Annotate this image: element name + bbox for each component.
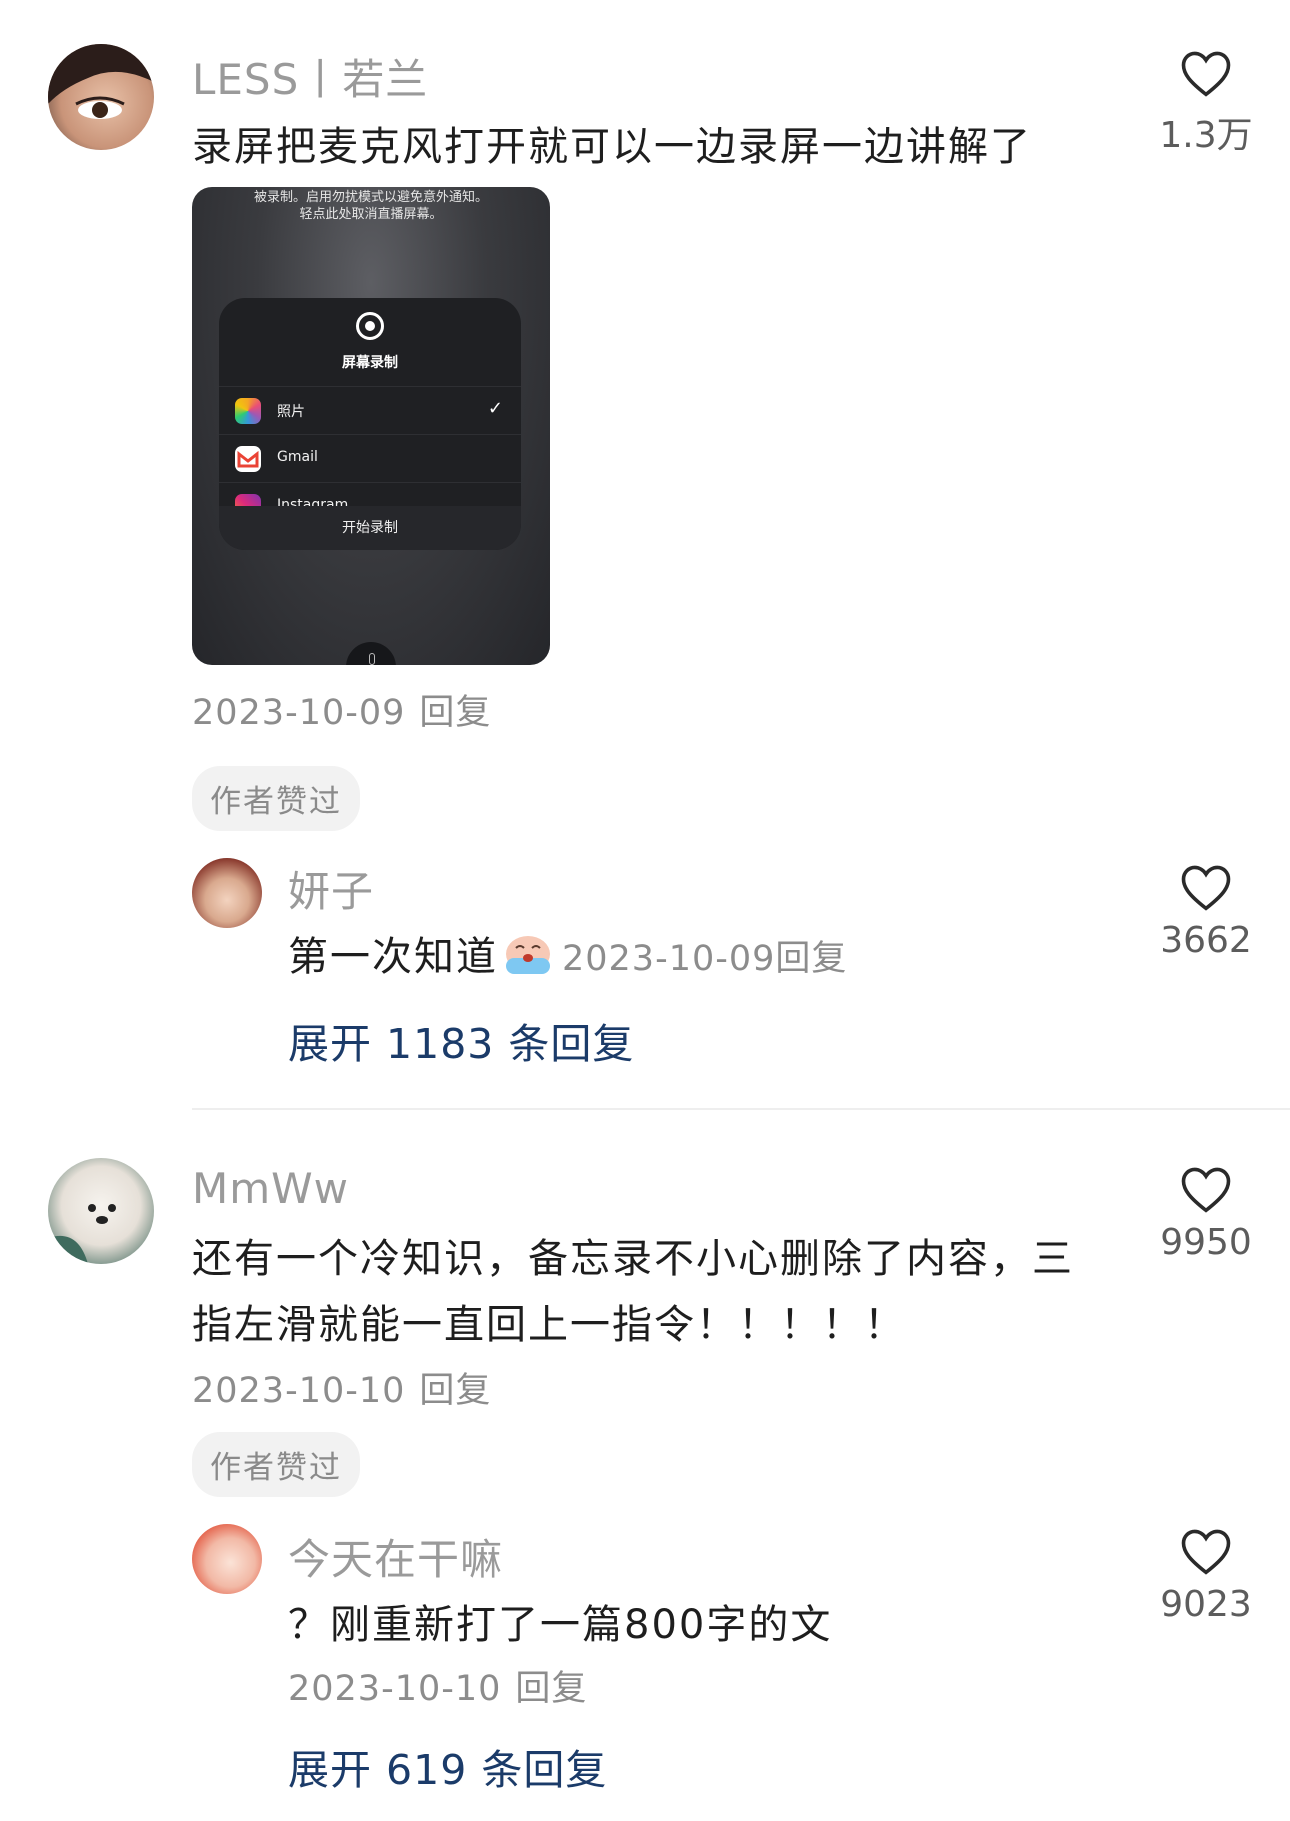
reply-meta: 2023-10-10 回复 bbox=[288, 1660, 587, 1711]
reply-date: 2023-10-09 bbox=[562, 939, 776, 979]
author-liked-badge: 作者赞过 bbox=[192, 766, 360, 831]
record-icon bbox=[356, 312, 384, 340]
screenshot-notice: 被录制。启用勿扰模式以避免意外通知。 轻点此处取消直播屏幕。 bbox=[253, 190, 488, 222]
comment-date: 2023-10-10 bbox=[192, 1371, 406, 1411]
avatar-mmww[interactable] bbox=[48, 1158, 154, 1264]
heart-icon bbox=[1181, 51, 1231, 97]
comment-text: 录屏把麦克风打开就可以一边录屏一边讲解了 bbox=[192, 124, 1032, 170]
like-button[interactable]: 1.3万 bbox=[1136, 48, 1276, 158]
check-icon: ✓ bbox=[487, 398, 503, 419]
comment-image[interactable]: 被录制。启用勿扰模式以避免意外通知。 轻点此处取消直播屏幕。 屏幕录制 照片 ✓… bbox=[192, 187, 550, 665]
like-button[interactable]: 9023 bbox=[1136, 1526, 1276, 1625]
heart-icon bbox=[1181, 1167, 1231, 1213]
like-button[interactable]: 9950 bbox=[1136, 1164, 1276, 1263]
expand-replies-link[interactable]: 展开 1183 条回复 bbox=[288, 1010, 634, 1070]
comment-text-line-2: 指左滑就能一直回上一指令！！！！！ bbox=[192, 1302, 906, 1348]
reply-button[interactable]: 回复 bbox=[419, 1371, 491, 1411]
avatar-eye-art bbox=[48, 44, 154, 119]
screen-recording-panel: 屏幕录制 照片 ✓ Gmail Instagram 开始录制 bbox=[219, 298, 521, 550]
reply-text: ？刚重新打了一篇800字的文 bbox=[288, 1602, 833, 1648]
reply-button[interactable]: 回复 bbox=[419, 693, 491, 733]
crying-face-emoji-icon bbox=[502, 928, 554, 986]
comment-date: 2023-10-09 bbox=[192, 693, 406, 733]
photos-icon bbox=[235, 398, 261, 424]
like-count: 3662 bbox=[1160, 920, 1252, 961]
heart-icon bbox=[1181, 865, 1231, 911]
app-row-photos: 照片 ✓ bbox=[219, 386, 521, 434]
like-button[interactable]: 3662 bbox=[1136, 862, 1276, 961]
like-count: 9950 bbox=[1160, 1222, 1252, 1263]
reply-date: 2023-10-10 bbox=[288, 1669, 502, 1709]
author-liked-badge: 作者赞过 bbox=[192, 1432, 360, 1497]
reply-username[interactable]: 妍子 bbox=[288, 858, 374, 919]
comment-username[interactable]: LESS丨若兰 bbox=[192, 46, 428, 107]
reply-text: 第一次知道 bbox=[288, 934, 498, 980]
panel-title: 屏幕录制 bbox=[342, 355, 398, 371]
like-count: 1.3万 bbox=[1159, 115, 1253, 156]
dog-icon bbox=[48, 1204, 116, 1264]
app-row-gmail: Gmail bbox=[219, 434, 521, 482]
start-recording-button: 开始录制 bbox=[219, 506, 521, 550]
like-count: 9023 bbox=[1160, 1584, 1252, 1625]
comment-meta: 2023-10-10 回复 bbox=[192, 1362, 491, 1413]
reply-username[interactable]: 今天在干嘛 bbox=[288, 1526, 503, 1587]
avatar-jintian[interactable] bbox=[192, 1524, 262, 1594]
mic-icon bbox=[346, 642, 396, 665]
avatar-less[interactable] bbox=[48, 44, 154, 150]
comment-meta: 2023-10-09 回复 bbox=[192, 684, 491, 735]
comment-text-line-1: 还有一个冷知识，备忘录不小心删除了内容，三 bbox=[192, 1236, 1074, 1282]
gmail-icon bbox=[235, 446, 261, 472]
reply-button[interactable]: 回复 bbox=[775, 939, 847, 979]
expand-replies-link[interactable]: 展开 619 条回复 bbox=[288, 1736, 607, 1796]
divider bbox=[192, 1108, 1290, 1110]
comment-username[interactable]: MmWw bbox=[192, 1164, 349, 1213]
reply-text-line: 第一次知道 2023-10-09回复 bbox=[288, 924, 847, 986]
reply-button[interactable]: 回复 bbox=[515, 1669, 587, 1709]
avatar-yanzi[interactable] bbox=[192, 858, 262, 928]
heart-icon bbox=[1181, 1529, 1231, 1575]
